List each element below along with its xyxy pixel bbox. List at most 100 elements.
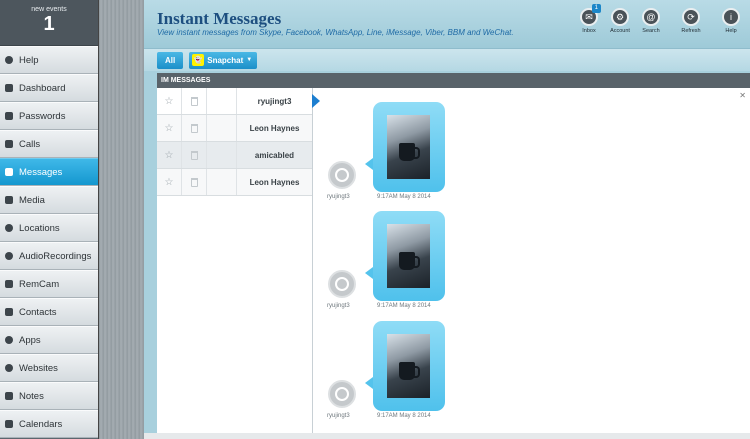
new-events-count: 1 [43,13,55,35]
info-icon [4,55,14,65]
messages-panel: IM MESSAGES ✕ ☆ ryujingt3 ☆ Leon Haynes … [157,73,750,439]
location-icon [4,223,14,233]
account-label: Account [610,28,630,34]
thread-row[interactable]: ☆ Leon Haynes [157,169,312,196]
header-buttons: 1 ✉ Inbox ⚙ Account @ Search ⟳ Refresh i… [573,4,746,34]
avatar [328,161,356,189]
thread-name: Leon Haynes [249,123,300,133]
info-icon: i [722,8,740,26]
message-photo[interactable] [387,334,430,398]
message-bubble[interactable] [365,102,445,192]
sidebar-item-label: Help [19,54,39,66]
all-filter-button[interactable]: All [157,51,184,69]
message-timestamp: 9:17AM May 8 2014 [377,413,431,419]
sidebar-item-help[interactable]: Help [0,46,98,74]
page-header: Instant Messages View instant messages f… [144,0,750,48]
sidebar-item-contacts[interactable]: Contacts [0,298,98,326]
star-icon[interactable]: ☆ [157,142,182,168]
sidebar-item-label: Dashboard [19,82,66,94]
sidebar-nav: Help Dashboard Passwords Calls Messages … [0,46,98,438]
sidebar-item-locations[interactable]: Locations [0,214,98,242]
trash-icon[interactable] [182,115,207,141]
chat-view: ryujingt3 9:17AM May 8 2014 ryujingt3 9:… [314,88,750,439]
sidebar-item-label: Notes [19,390,44,402]
sidebar-item-calendars[interactable]: Calendars [0,410,98,438]
search-button[interactable]: @ Search [636,8,666,34]
calendar-icon [4,419,14,429]
sidebar-item-messages[interactable]: Messages [0,158,98,186]
snapchat-icon: 👻 [192,54,205,66]
star-icon[interactable]: ☆ [157,115,182,141]
new-events-box[interactable]: new events 1 [0,0,98,46]
page-title: Instant Messages [157,9,282,28]
refresh-label: Refresh [681,28,701,34]
inbox-button[interactable]: 1 ✉ Inbox [574,4,604,34]
message-bubble[interactable] [365,211,445,301]
sidebar-item-websites[interactable]: Websites [0,354,98,382]
sidebar-item-label: Contacts [19,306,57,318]
message-photo[interactable] [387,224,430,288]
sidebar-item-audiorecordings[interactable]: AudioRecordings [0,242,98,270]
message-sender: ryujingt3 [327,413,350,419]
camera-icon [4,279,14,289]
sidebar-item-media[interactable]: Media [0,186,98,214]
decorative-strip [98,0,144,439]
avatar [328,270,356,298]
page-subtitle: View instant messages from Skype, Facebo… [157,28,514,37]
lock-icon [4,111,14,121]
sidebar-item-passwords[interactable]: Passwords [0,102,98,130]
sidebar-item-label: Messages [19,166,63,178]
new-events-label: new events [31,6,67,13]
gear-icon [4,335,14,345]
sidebar-item-remcam[interactable]: RemCam [0,270,98,298]
help-button[interactable]: i Help [716,8,746,34]
sidebar-item-notes[interactable]: Notes [0,382,98,410]
sidebar-item-label: Calls [19,138,41,150]
message-bubble[interactable] [365,321,445,411]
account-button[interactable]: ⚙ Account [605,8,635,34]
sidebar-item-label: Locations [19,222,60,234]
sidebar-item-label: Websites [19,362,58,374]
gear-icon: ⚙ [611,8,629,26]
star-icon[interactable]: ☆ [157,169,182,195]
thread-name: amicabled [254,150,295,160]
contacts-icon [4,307,14,317]
message-icon [4,167,14,177]
bottom-scrollbar[interactable] [144,433,750,439]
main-content: Instant Messages View instant messages f… [144,0,750,439]
search-label: Search [642,28,660,34]
sidebar-item-calls[interactable]: Calls [0,130,98,158]
refresh-button[interactable]: ⟳ Refresh [676,8,706,34]
thread-row[interactable]: ☆ Leon Haynes [157,115,312,142]
inbox-badge: 1 [591,4,601,13]
app-filter-label: Snapchat [207,55,244,65]
trash-icon[interactable] [182,169,207,195]
star-icon[interactable]: ☆ [157,88,182,114]
refresh-icon: ⟳ [682,8,700,26]
chevron-down-icon: ▼ [246,57,253,63]
inbox-label: Inbox [582,28,596,34]
thread-row[interactable]: ☆ ryujingt3 [157,88,320,115]
message-timestamp: 9:17AM May 8 2014 [377,194,431,200]
link-icon [4,363,14,373]
message-timestamp: 9:17AM May 8 2014 [377,303,431,309]
panel-heading: IM MESSAGES [157,73,750,88]
thread-row[interactable]: ☆ amicabled [157,142,312,169]
trash-icon[interactable] [182,142,207,168]
trash-icon[interactable] [182,88,207,114]
help-label: Help [725,28,737,34]
avatar [328,380,356,408]
rocket-icon [4,83,14,93]
sidebar-item-label: Apps [19,334,41,346]
sidebar-item-label: Media [19,194,45,206]
at-icon: @ [642,8,660,26]
app-filter-dropdown[interactable]: 👻 Snapchat ▼ [189,51,258,69]
phone-icon [4,139,14,149]
sidebar: new events 1 Help Dashboard Passwords Ca… [0,0,98,439]
sidebar-item-apps[interactable]: Apps [0,326,98,354]
sidebar-item-label: RemCam [19,278,60,290]
filter-toolbar: All 👻 Snapchat ▼ [144,48,750,71]
sidebar-item-dashboard[interactable]: Dashboard [0,74,98,102]
message-photo[interactable] [387,115,430,179]
panel-heading-text: IM MESSAGES [161,77,211,84]
